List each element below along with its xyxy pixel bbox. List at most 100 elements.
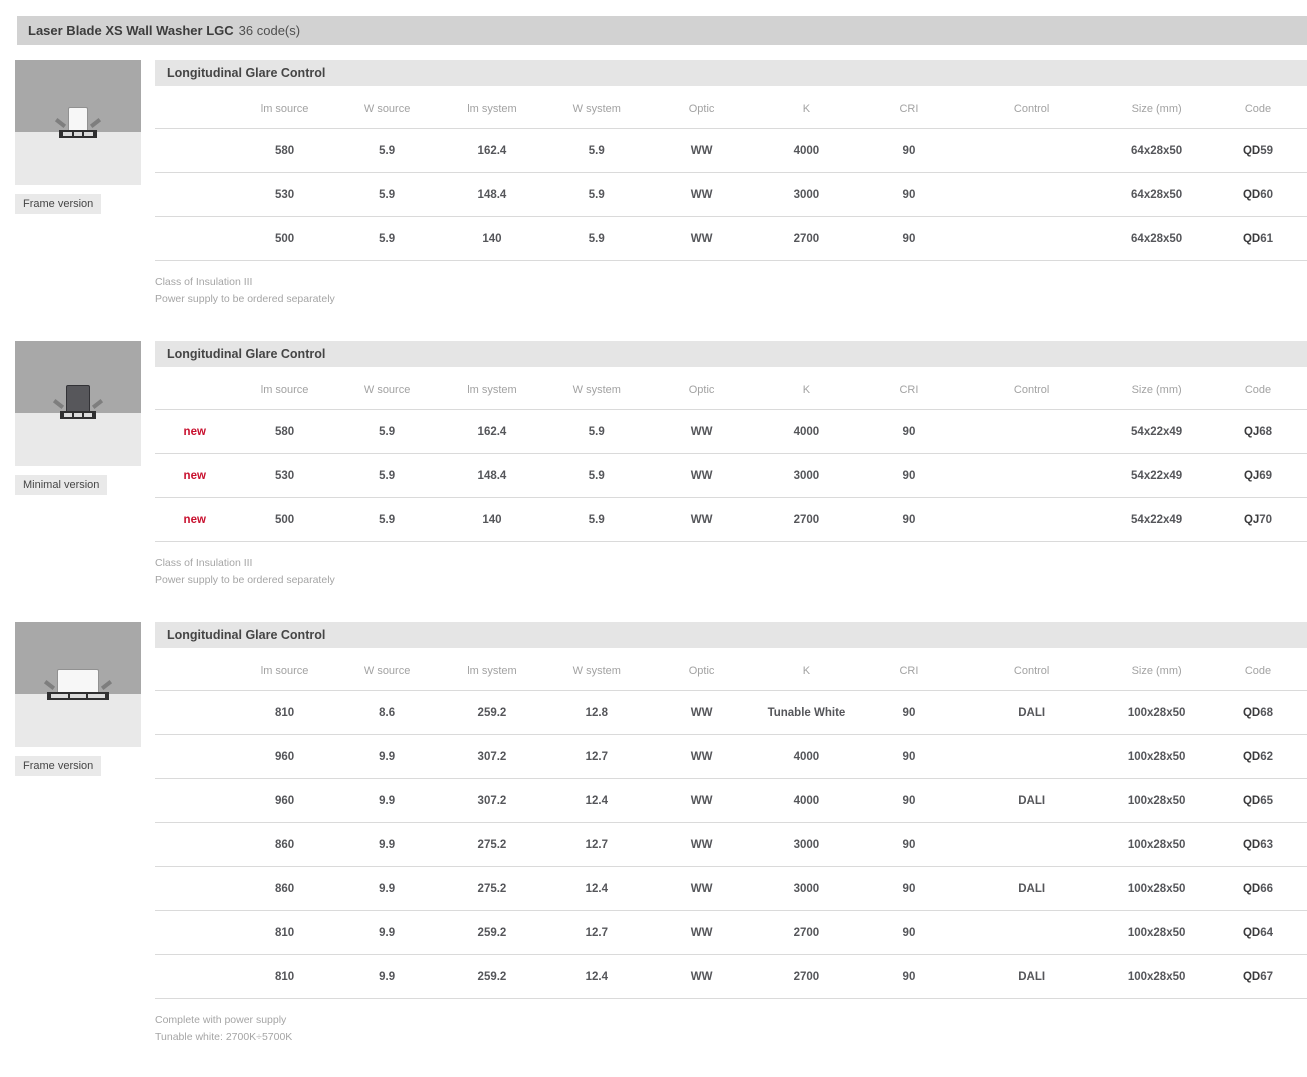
value-cell: WW xyxy=(649,410,754,454)
value-cell: 148.4 xyxy=(440,454,545,498)
column-header: Size (mm) xyxy=(1104,86,1209,129)
product-section: Minimal version Longitudinal Glare Contr… xyxy=(0,341,1307,589)
table-section-title: Longitudinal Glare Control xyxy=(155,622,1307,648)
value-cell: WW xyxy=(649,955,754,999)
value-cell: 12.4 xyxy=(544,779,649,823)
footnote: Class of Insulation III xyxy=(155,555,1307,572)
value-cell: WW xyxy=(649,217,754,261)
column-header: K xyxy=(754,86,859,129)
value-cell: WW xyxy=(649,498,754,542)
column-header: K xyxy=(754,648,859,691)
code-cell: QD62 xyxy=(1209,735,1307,779)
column-header: Control xyxy=(959,86,1104,129)
value-cell: 3000 xyxy=(754,454,859,498)
product-thumbnail xyxy=(15,622,141,747)
value-cell: 90 xyxy=(859,911,959,955)
value-cell: 9.9 xyxy=(335,823,440,867)
value-cell: 90 xyxy=(859,735,959,779)
version-label: Frame version xyxy=(15,194,101,214)
value-cell xyxy=(959,911,1104,955)
column-header: CRI xyxy=(859,648,959,691)
value-cell xyxy=(959,498,1104,542)
value-cell: 90 xyxy=(859,217,959,261)
code-cell: QD63 xyxy=(1209,823,1307,867)
value-cell: 90 xyxy=(859,129,959,173)
footnote: Power supply to be ordered separately xyxy=(155,291,1307,308)
value-cell: 90 xyxy=(859,498,959,542)
value-cell: 4000 xyxy=(754,779,859,823)
value-cell: 100x28x50 xyxy=(1104,867,1209,911)
value-cell: 2700 xyxy=(754,498,859,542)
value-cell: 100x28x50 xyxy=(1104,955,1209,999)
code-cell: QD68 xyxy=(1209,691,1307,735)
column-header: Optic xyxy=(649,367,754,410)
column-header: Optic xyxy=(649,86,754,129)
value-cell: 90 xyxy=(859,867,959,911)
footnotes: Class of Insulation IIIPower supply to b… xyxy=(155,274,1307,308)
footnotes: Class of Insulation IIIPower supply to b… xyxy=(155,555,1307,589)
column-header: Code xyxy=(1209,86,1307,129)
table-column: Longitudinal Glare Control lm sourceW so… xyxy=(155,622,1307,1046)
wall-area xyxy=(15,694,141,747)
value-cell: 4000 xyxy=(754,129,859,173)
value-cell: 100x28x50 xyxy=(1104,735,1209,779)
value-cell: WW xyxy=(649,867,754,911)
value-cell: 4000 xyxy=(754,410,859,454)
value-cell: 90 xyxy=(859,410,959,454)
column-header-new xyxy=(155,86,234,129)
code-cell: QD67 xyxy=(1209,955,1307,999)
column-header: CRI xyxy=(859,86,959,129)
value-cell: 9.9 xyxy=(335,779,440,823)
empty-cell xyxy=(155,779,234,823)
value-cell: 5.9 xyxy=(544,173,649,217)
empty-cell xyxy=(155,823,234,867)
code-count: 36 code(s) xyxy=(239,23,300,38)
value-cell: 259.2 xyxy=(440,691,545,735)
empty-cell xyxy=(155,129,234,173)
column-header: Optic xyxy=(649,648,754,691)
value-cell: WW xyxy=(649,735,754,779)
value-cell: 12.4 xyxy=(544,955,649,999)
table-row: new5305.9148.45.9WW30009054x22x49QJ69 xyxy=(155,454,1307,498)
column-header: lm system xyxy=(440,86,545,129)
table-row: 8108.6259.212.8WWTunable White90DALI100x… xyxy=(155,691,1307,735)
value-cell: 5.9 xyxy=(335,498,440,542)
column-header: Code xyxy=(1209,648,1307,691)
code-cell: QD61 xyxy=(1209,217,1307,261)
value-cell: 3000 xyxy=(754,867,859,911)
table-row: 5805.9162.45.9WW40009064x28x50QD59 xyxy=(155,129,1307,173)
value-cell: 140 xyxy=(440,217,545,261)
empty-cell xyxy=(155,955,234,999)
value-cell: 259.2 xyxy=(440,911,545,955)
value-cell: WW xyxy=(649,691,754,735)
value-cell xyxy=(959,735,1104,779)
value-cell: 64x28x50 xyxy=(1104,129,1209,173)
value-cell: 9.9 xyxy=(335,735,440,779)
product-section: Frame version Longitudinal Glare Control… xyxy=(0,60,1307,308)
value-cell xyxy=(959,454,1104,498)
product-thumbnail xyxy=(15,341,141,466)
luminaire-body-icon xyxy=(66,385,90,412)
value-cell: 580 xyxy=(234,410,334,454)
value-cell: 500 xyxy=(234,498,334,542)
empty-cell xyxy=(155,691,234,735)
product-title-bar: Laser Blade XS Wall Washer LGC36 code(s) xyxy=(17,16,1307,45)
value-cell: 5.9 xyxy=(544,454,649,498)
value-cell: 90 xyxy=(859,173,959,217)
table-row: 5305.9148.45.9WW30009064x28x50QD60 xyxy=(155,173,1307,217)
value-cell: 4000 xyxy=(754,735,859,779)
value-cell: 12.4 xyxy=(544,867,649,911)
value-cell: 5.9 xyxy=(544,410,649,454)
luminaire-frame-icon xyxy=(60,411,96,419)
footnote: Complete with power supply xyxy=(155,1012,1307,1029)
footnote: Class of Insulation III xyxy=(155,274,1307,291)
code-cell: QD64 xyxy=(1209,911,1307,955)
value-cell: 9.9 xyxy=(335,955,440,999)
value-cell: 2700 xyxy=(754,955,859,999)
value-cell: 162.4 xyxy=(440,410,545,454)
value-cell: 54x22x49 xyxy=(1104,454,1209,498)
footnotes: Complete with power supplyTunable white:… xyxy=(155,1012,1307,1046)
value-cell: 5.9 xyxy=(335,217,440,261)
value-cell: 8.6 xyxy=(335,691,440,735)
column-header: Size (mm) xyxy=(1104,648,1209,691)
